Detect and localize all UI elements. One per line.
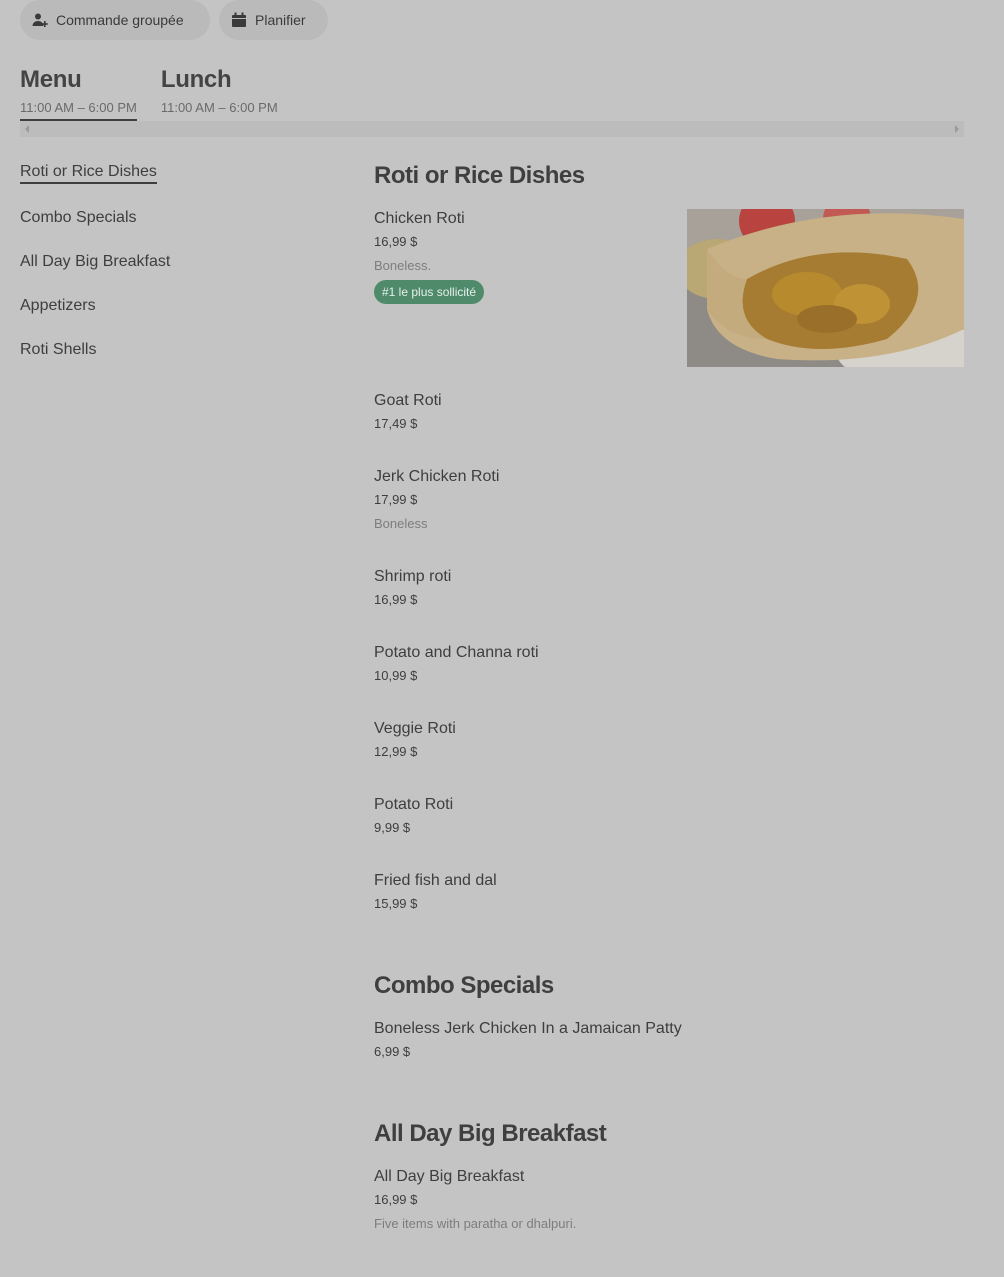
item-name: Potato Roti (374, 796, 454, 813)
menu-item[interactable]: Shrimp roti 16,99 $ (374, 567, 964, 608)
schedule-label: Planifier (255, 12, 306, 28)
item-name: Shrimp roti (374, 568, 452, 585)
menu-item[interactable]: Potato Roti 9,99 $ (374, 795, 964, 836)
calendar-icon (231, 12, 247, 28)
menu-item[interactable]: Veggie Roti 12,99 $ (374, 719, 964, 760)
item-name: Veggie Roti (374, 720, 456, 737)
tab-title: Lunch (160, 66, 232, 93)
group-user-icon (32, 12, 48, 28)
tab-title: Menu (20, 66, 82, 93)
item-price: 17,49 $ (374, 416, 418, 431)
item-price: 16,99 $ (374, 592, 418, 607)
nav-item-appetizers[interactable]: Appetizers (20, 294, 170, 318)
group-order-button[interactable]: Commande groupée (20, 0, 210, 40)
menu-tabs: Menu 11:00 AM – 6:00 PM Lunch 11:00 AM –… (20, 64, 278, 123)
item-price: 12,99 $ (374, 744, 418, 759)
menu-item[interactable]: Boneless Jerk Chicken In a Jamaican Patt… (374, 1019, 964, 1060)
menu-item[interactable]: Fried fish and dal 15,99 $ (374, 871, 964, 912)
item-description: Boneless (374, 516, 428, 531)
section-title: Roti or Rice Dishes (374, 162, 585, 189)
item-description: Five items with paratha or dhalpuri. (374, 1216, 577, 1231)
menu-item[interactable]: Chicken Roti 16,99 $ Boneless. #1 le plu… (374, 209, 964, 367)
item-name: Potato and Channa roti (374, 644, 539, 661)
horizontal-scrollbar[interactable] (20, 121, 964, 137)
menu-item[interactable]: All Day Big Breakfast 16,99 $ Five items… (374, 1167, 964, 1232)
nav-item-all-day-big-breakfast[interactable]: All Day Big Breakfast (20, 250, 170, 274)
nav-item-roti-or-rice-dishes[interactable]: Roti or Rice Dishes (20, 160, 157, 184)
top-actions: Commande groupée Planifier (20, 0, 328, 40)
scroll-right-icon[interactable] (955, 125, 959, 133)
section-title: All Day Big Breakfast (374, 1120, 607, 1147)
item-price: 10,99 $ (374, 668, 418, 683)
item-price: 15,99 $ (374, 896, 418, 911)
section-title: Combo Specials (374, 972, 554, 999)
item-name: Fried fish and dal (374, 872, 497, 889)
menu-item[interactable]: Jerk Chicken Roti 17,99 $ Boneless (374, 467, 964, 532)
tab-menu[interactable]: Menu 11:00 AM – 6:00 PM (20, 64, 137, 123)
item-name: Boneless Jerk Chicken In a Jamaican Patt… (374, 1020, 682, 1037)
tab-hours: 11:00 AM – 6:00 PM (20, 100, 137, 115)
category-nav: Roti or Rice Dishes Combo Specials All D… (20, 160, 170, 382)
item-price: 16,99 $ (374, 1192, 418, 1207)
menu-item[interactable]: Potato and Channa roti 10,99 $ (374, 643, 964, 684)
nav-item-roti-shells[interactable]: Roti Shells (20, 338, 170, 362)
item-name: Jerk Chicken Roti (374, 468, 500, 485)
roti-wrap-photo (687, 209, 964, 367)
menu-item[interactable]: Goat Roti 17,49 $ (374, 391, 964, 432)
item-price: 17,99 $ (374, 492, 418, 507)
popular-badge: #1 le plus sollicité (374, 280, 485, 304)
item-name: Goat Roti (374, 392, 442, 409)
scroll-left-icon[interactable] (25, 125, 29, 133)
nav-item-combo-specials[interactable]: Combo Specials (20, 206, 170, 230)
group-order-label: Commande groupée (56, 12, 184, 28)
tab-hours: 11:00 AM – 6:00 PM (160, 100, 278, 115)
schedule-button[interactable]: Planifier (219, 0, 328, 40)
item-price: 9,99 $ (374, 820, 411, 835)
item-name: All Day Big Breakfast (374, 1168, 525, 1185)
tab-lunch[interactable]: Lunch 11:00 AM – 6:00 PM (161, 64, 278, 123)
item-price: 6,99 $ (374, 1044, 411, 1059)
